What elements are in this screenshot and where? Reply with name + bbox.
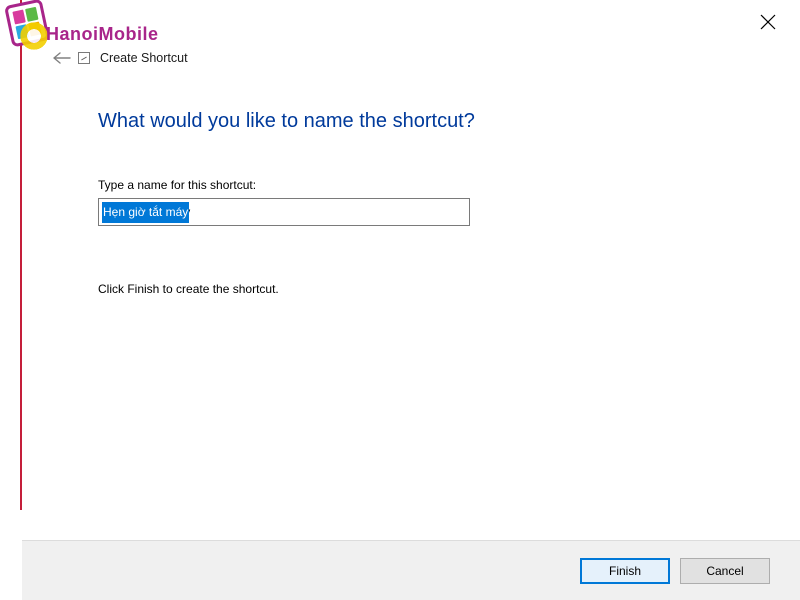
shortcut-icon	[78, 52, 90, 64]
back-button[interactable]	[52, 50, 72, 66]
name-field-label: Type a name for this shortcut:	[98, 178, 256, 192]
watermark-brand-text: HanoiMobile	[46, 24, 159, 45]
finish-button[interactable]: Finish	[580, 558, 670, 584]
left-accent-bar	[20, 0, 22, 510]
page-heading: What would you like to name the shortcut…	[98, 110, 475, 133]
dialog-footer: Finish Cancel	[22, 540, 800, 600]
wizard-header: Create Shortcut	[52, 50, 188, 66]
cancel-button[interactable]: Cancel	[680, 558, 770, 584]
close-icon	[760, 14, 776, 30]
finish-hint: Click Finish to create the shortcut.	[98, 282, 279, 296]
shortcut-name-input[interactable]	[98, 198, 470, 226]
watermark-phone-icon	[4, 0, 50, 47]
back-arrow-icon	[53, 52, 71, 64]
watermark-logo: HanoiMobile	[0, 0, 170, 80]
close-button[interactable]	[760, 14, 776, 30]
wizard-title: Create Shortcut	[100, 51, 188, 65]
